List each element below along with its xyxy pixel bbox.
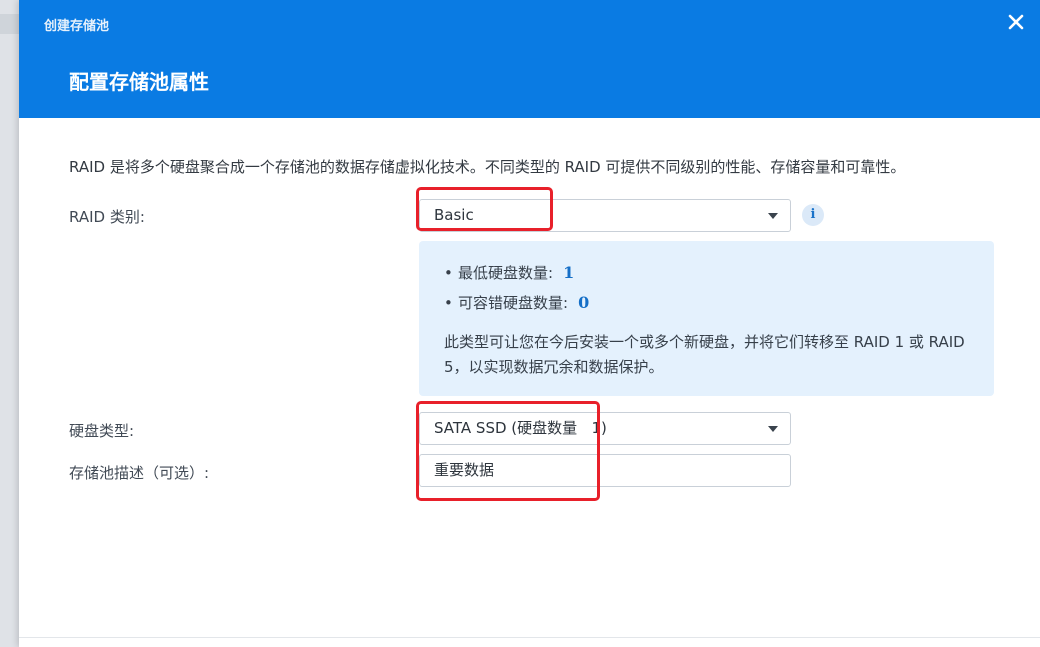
bullet-dot: • — [444, 294, 453, 312]
min-disks-label: 最低硬盘数量: — [458, 264, 554, 282]
bullet-dot: • — [444, 264, 453, 282]
fault-tolerance-value: 0 — [578, 293, 590, 312]
footer-divider — [19, 637, 1040, 638]
dialog-content: RAID 是将多个硬盘聚合成一个存储池的数据存储虚拟化技术。不同类型的 RAID… — [19, 118, 1040, 638]
pool-description-value: 重要数据 — [434, 461, 495, 479]
chevron-down-icon — [768, 213, 778, 219]
fault-tolerance-row: • 可容错硬盘数量: 0 — [444, 291, 969, 321]
raid-info-panel: • 最低硬盘数量: 1 • 可容错硬盘数量: 0 此类型可让您在今后安装一个或多个新硬盘… — [419, 241, 994, 396]
raid-type-value: Basic — [434, 206, 474, 224]
raid-info-note: 此类型可让您在今后安装一个或多个新硬盘，并将它们转移至 RAID 1 或 RAI… — [444, 333, 965, 376]
raid-type-select[interactable]: Basic — [419, 199, 791, 232]
dialog-header: 创建存储池 配置存储池属性 — [19, 0, 1040, 118]
min-disks-row: • 最低硬盘数量: 1 — [444, 261, 969, 291]
close-button[interactable] — [1004, 10, 1028, 34]
window-title: 创建存储池 — [44, 19, 110, 34]
fault-tolerance-label: 可容错硬盘数量: — [458, 294, 569, 312]
close-icon — [1008, 14, 1024, 30]
raid-description: RAID 是将多个硬盘聚合成一个存储池的数据存储虚拟化技术。不同类型的 RAID… — [69, 158, 906, 176]
raid-type-label: RAID 类别: — [69, 208, 145, 226]
disk-type-select[interactable]: SATA SSD (硬盘数量 1) — [419, 412, 791, 445]
pool-description-label: 存储池描述（可选）: — [69, 464, 210, 482]
min-disks-value: 1 — [563, 263, 575, 282]
info-icon[interactable]: i — [802, 204, 824, 226]
chevron-down-icon — [768, 426, 778, 432]
disk-type-value: SATA SSD (硬盘数量 1) — [434, 419, 607, 437]
step-title: 配置存储池属性 — [69, 70, 209, 94]
pool-description-input[interactable]: 重要数据 — [419, 454, 791, 487]
create-storage-pool-dialog: 创建存储池 配置存储池属性 RAID 是将多个硬盘聚合成一个存储池的数据存储虚拟… — [19, 0, 1040, 647]
disk-type-label: 硬盘类型: — [69, 422, 135, 440]
